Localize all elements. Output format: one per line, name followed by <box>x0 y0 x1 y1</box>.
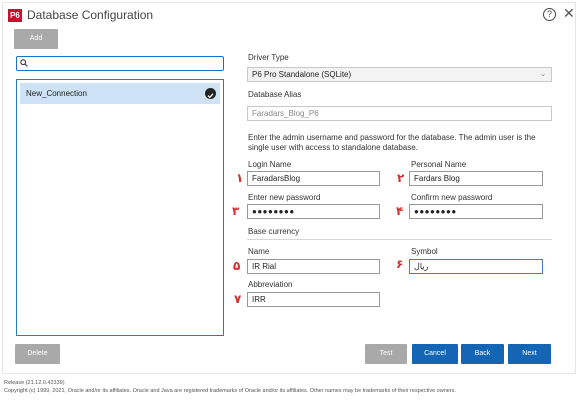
p6-logo: P6 <box>8 9 22 22</box>
list-item[interactable]: New_Connection <box>20 83 220 104</box>
currency-symbol-label: Symbol <box>411 247 438 256</box>
base-currency-heading: Base currency <box>248 227 300 236</box>
database-configuration-dialog: P6 Database Configuration ? ✕ Add New_Co… <box>2 2 576 374</box>
add-button[interactable]: Add <box>14 29 58 49</box>
annotation-number-1: ۱ <box>236 171 244 185</box>
test-button[interactable]: Test <box>365 344 407 364</box>
title-bar: P6 Database Configuration ? ✕ <box>3 3 575 27</box>
annotation-number-7: ۷ <box>234 292 242 306</box>
confirm-password-field[interactable]: ●●●●●●●● <box>409 204 543 219</box>
back-button[interactable]: Back <box>461 344 504 364</box>
abbreviation-label: Abbreviation <box>248 280 293 289</box>
question-circle-icon[interactable]: ? <box>543 8 556 21</box>
cancel-button[interactable]: Cancel <box>412 344 458 364</box>
confirm-password-label: Confirm new password <box>411 193 493 202</box>
currency-name-field[interactable]: IR Rial <box>247 259 380 274</box>
section-divider <box>247 239 552 240</box>
driver-type-label: Driver Type <box>248 53 289 62</box>
next-button[interactable]: Next <box>508 344 551 364</box>
abbreviation-field[interactable]: IRR <box>247 292 380 307</box>
connection-label: New_Connection <box>26 89 87 98</box>
connection-list: New_Connection <box>16 79 224 336</box>
delete-button[interactable]: Delete <box>15 344 60 364</box>
driver-type-select[interactable]: P6 Pro Standalone (SQLite) ⌄ <box>247 67 552 82</box>
new-password-field[interactable]: ●●●●●●●● <box>247 204 380 219</box>
new-password-label: Enter new password <box>248 193 321 202</box>
login-name-field[interactable]: FaradarsBlog <box>247 171 380 186</box>
annotation-number-2: ۲ <box>397 171 405 185</box>
chevron-down-icon: ⌄ <box>540 71 546 78</box>
login-name-label: Login Name <box>248 160 292 169</box>
close-icon[interactable]: ✕ <box>563 6 575 20</box>
annotation-number-5: ۵ <box>233 259 241 273</box>
copyright-notice: Copyright (c) 1999, 2021, Oracle and/or … <box>4 388 456 394</box>
annotation-number-3: ۳ <box>232 204 240 218</box>
search-input[interactable] <box>16 56 224 71</box>
currency-symbol-field[interactable]: ریال <box>409 259 543 274</box>
release-info: Release (21.12.0.42339) <box>4 380 65 386</box>
currency-name-label: Name <box>248 247 270 256</box>
admin-instructions: Enter the admin username and password fo… <box>248 133 536 152</box>
database-alias-field[interactable]: Faradars_Blog_P6 <box>247 106 552 121</box>
driver-type-value: P6 Pro Standalone (SQLite) <box>252 70 352 79</box>
annotation-number-4: ۴ <box>396 204 404 218</box>
personal-name-field[interactable]: Fardars Blog <box>409 171 543 186</box>
search-icon <box>20 59 28 67</box>
personal-name-label: Personal Name <box>411 160 467 169</box>
check-circle-icon <box>205 88 216 99</box>
window-title: Database Configuration <box>27 8 154 22</box>
database-alias-label: Database Alias <box>248 90 302 99</box>
annotation-number-6: ۶ <box>396 257 404 271</box>
